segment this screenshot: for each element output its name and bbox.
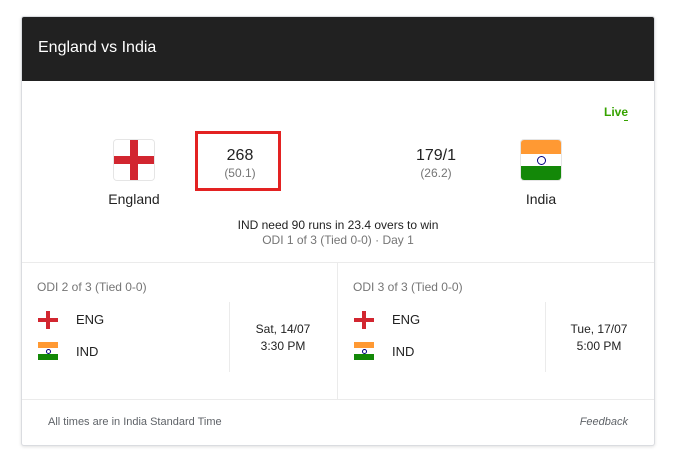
cricket-scorecard: England vs India Live England 268 (50.1)… (21, 16, 655, 446)
live-underline (624, 120, 628, 121)
upcoming-date: Tue, 17/07 (570, 322, 628, 336)
india-flag-icon (38, 342, 58, 360)
team2-name: India (525, 191, 557, 207)
divider (22, 399, 654, 400)
scorecard-header[interactable]: England vs India (22, 17, 654, 81)
england-flag-icon (114, 140, 154, 180)
match-status: IND need 90 runs in 23.4 overs to win (237, 218, 439, 232)
upcoming-date: Sat, 14/07 (255, 322, 311, 336)
feedback-link[interactable]: Feedback (580, 416, 628, 428)
team2-overs: (26.2) (420, 166, 452, 180)
divider (337, 263, 338, 399)
divider (229, 302, 230, 372)
upcoming-series: ODI 3 of 3 (Tied 0-0) (353, 280, 463, 294)
series-info: ODI 1 of 3 (Tied 0-0) · Day 1 (262, 233, 414, 247)
timezone-note: All times are in India Standard Time (48, 416, 222, 428)
upcoming-team2: IND (392, 344, 415, 359)
live-indicator: Live (603, 105, 628, 119)
upcoming-time: 3:30 PM (260, 339, 306, 353)
upcoming-time: 5:00 PM (576, 339, 622, 353)
india-flag-icon (521, 140, 561, 180)
divider (545, 302, 546, 372)
upcoming-team1: ENG (392, 312, 421, 327)
upcoming-team1: ENG (76, 312, 105, 327)
upcoming-series: ODI 2 of 3 (Tied 0-0) (37, 280, 147, 294)
score-highlight-box (195, 131, 281, 191)
team1-name: England (108, 191, 160, 207)
england-flag-icon (38, 311, 58, 329)
india-flag-icon (354, 342, 374, 360)
team2-score: 179/1 (415, 147, 457, 164)
divider (22, 262, 654, 263)
match-title[interactable]: England vs India (38, 39, 156, 57)
upcoming-team2: IND (76, 344, 99, 359)
england-flag-icon (354, 311, 374, 329)
